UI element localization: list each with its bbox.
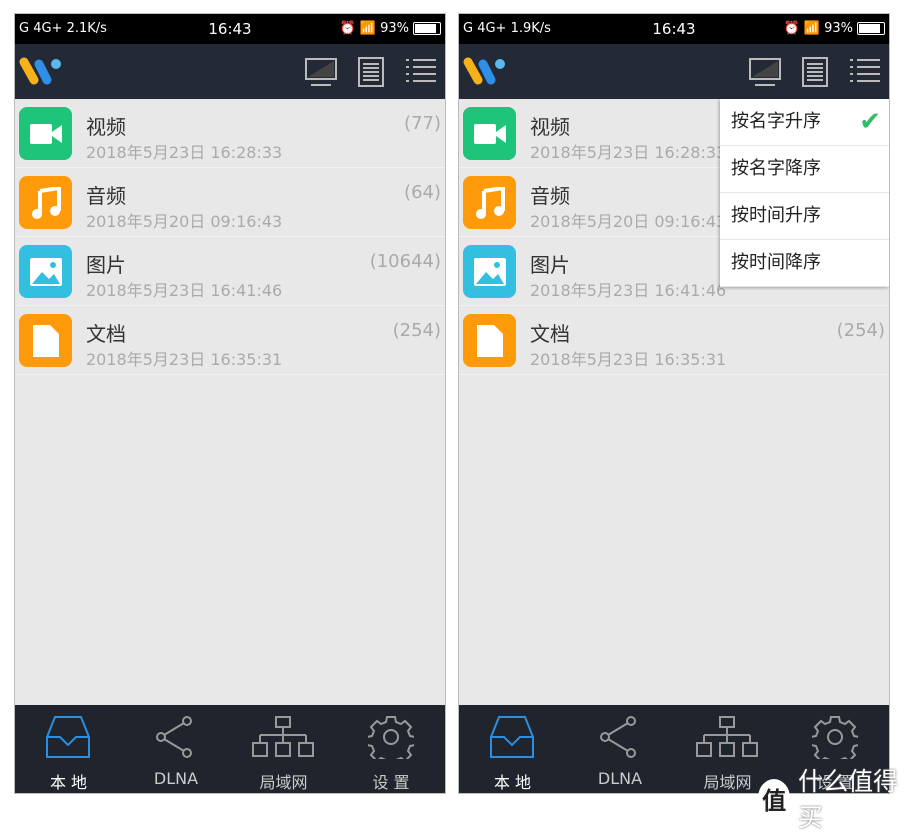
category-item[interactable]: 文档 2018年5月23日 16:35:31 (254) (15, 306, 445, 375)
status-bar: G 4G+ 1.9K/s 16:43 ⏰ 📶 93% (459, 14, 889, 44)
tv-icon[interactable] (749, 57, 781, 87)
category-name: 图片 (530, 253, 570, 277)
category-count: (64) (404, 182, 441, 203)
category-name: 文档 (86, 322, 126, 346)
category-count: (10644) (369, 251, 441, 272)
sort-menu: 按名字升序 ✔ 按名字降序按时间升序按时间降序 (720, 99, 889, 287)
category-date: 2018年5月23日 16:28:33 (86, 143, 283, 162)
category-date: 2018年5月23日 16:41:46 (86, 281, 283, 300)
category-name: 音频 (86, 184, 126, 208)
wifi-icon: 📶 (803, 21, 821, 36)
music-icon (463, 176, 516, 229)
tab-label: 本 地 (49, 773, 88, 792)
sort-option[interactable]: 按时间降序 (720, 240, 889, 287)
sort-option-label: 按时间升序 (731, 205, 821, 226)
tab-network[interactable]: 局域网 (230, 705, 337, 793)
image-icon (19, 245, 72, 298)
category-item[interactable]: 文档 2018年5月23日 16:35:31 (254) (459, 306, 889, 375)
category-date: 2018年5月23日 16:41:46 (530, 281, 727, 300)
video-icon (463, 107, 516, 160)
watermark-logo: 值 (758, 779, 791, 817)
category-date: 2018年5月20日 09:16:43 (530, 212, 727, 231)
image-icon (463, 245, 516, 298)
document-icon (463, 314, 516, 367)
sort-option-label: 按名字升序 (731, 111, 821, 132)
tv-icon[interactable] (305, 57, 337, 87)
document-icon[interactable] (358, 57, 384, 87)
app-logo (463, 57, 505, 85)
category-date: 2018年5月20日 09:16:43 (86, 212, 283, 231)
list-icon[interactable] (849, 57, 881, 85)
watermark-text: 什么值得买 (798, 767, 899, 832)
category-count: (254) (836, 320, 885, 341)
tab-label: 本 地 (493, 773, 532, 792)
bottom-nav: 本 地 DLNA 局域网 设 置 (15, 705, 445, 793)
phone-screen: G 4G+ 1.9K/s 16:43 ⏰ 📶 93% 视频 2018年5月23日 1… (458, 13, 890, 794)
check-icon: ✔ (859, 107, 881, 137)
video-icon (19, 107, 72, 160)
battery-percent: 93% (824, 21, 853, 36)
category-name: 文档 (530, 322, 570, 346)
tab-label: 局域网 (259, 773, 308, 792)
wifi-icon: 📶 (359, 21, 377, 36)
alarm-icon: ⏰ (783, 21, 800, 36)
music-icon (19, 176, 72, 229)
category-item[interactable]: 图片 2018年5月23日 16:41:46 (10644) (15, 237, 445, 306)
sort-option[interactable]: 按名字降序 (720, 146, 889, 193)
document-icon (19, 314, 72, 367)
category-date: 2018年5月23日 16:28:33 (530, 143, 727, 162)
tab-share[interactable]: DLNA (567, 705, 674, 793)
category-name: 视频 (86, 115, 126, 139)
tab-label: 设 置 (372, 773, 410, 792)
document-icon[interactable] (802, 57, 828, 87)
sort-option-label: 按名字降序 (731, 158, 821, 179)
category-date: 2018年5月23日 16:35:31 (530, 350, 727, 369)
tab-label: DLNA (597, 769, 643, 788)
category-name: 音频 (530, 184, 570, 208)
watermark: 值什么值得买 (758, 762, 904, 834)
category-item[interactable]: 视频 2018年5月23日 16:28:33 (77) (15, 99, 445, 168)
app-logo (19, 57, 61, 85)
phone-screen: G 4G+ 2.1K/s 16:43 ⏰ 📶 93% 视频 2018年5月23日 1… (14, 13, 446, 794)
category-count: (254) (392, 320, 441, 341)
sort-option[interactable]: 按名字升序 ✔ (720, 99, 889, 146)
tab-inbox[interactable]: 本 地 (459, 705, 566, 793)
tab-inbox[interactable]: 本 地 (15, 705, 122, 793)
category-item[interactable]: 音频 2018年5月20日 09:16:43 (64) (15, 168, 445, 237)
battery-icon (413, 22, 441, 35)
category-name: 视频 (530, 115, 570, 139)
list-icon[interactable] (405, 57, 437, 85)
app-header (15, 44, 445, 99)
status-bar: G 4G+ 2.1K/s 16:43 ⏰ 📶 93% (15, 14, 445, 44)
category-name: 图片 (86, 253, 126, 277)
alarm-icon: ⏰ (339, 21, 356, 36)
app-header (459, 44, 889, 99)
category-date: 2018年5月23日 16:35:31 (86, 350, 283, 369)
sort-option[interactable]: 按时间升序 (720, 193, 889, 240)
category-count: (77) (404, 113, 441, 134)
tab-share[interactable]: DLNA (123, 705, 230, 793)
battery-icon (857, 22, 885, 35)
sort-option-label: 按时间降序 (731, 252, 821, 273)
tab-gear[interactable]: 设 置 (338, 705, 445, 793)
tab-label: DLNA (153, 769, 199, 788)
battery-percent: 93% (380, 21, 409, 36)
